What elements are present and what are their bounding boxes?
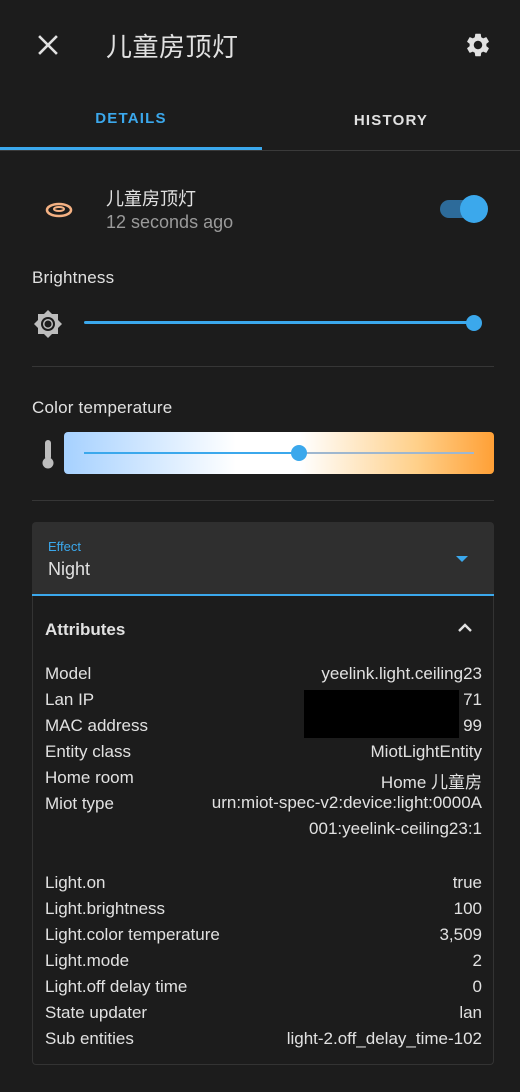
settings-button[interactable] xyxy=(458,25,498,65)
thermometer-icon xyxy=(42,440,54,469)
close-icon xyxy=(38,35,58,55)
attributes-title: Attributes xyxy=(45,620,126,639)
chevron-up-icon[interactable] xyxy=(453,616,477,640)
attribute-key: Sub entities xyxy=(45,1029,134,1048)
attribute-value: 3,509 xyxy=(439,925,482,944)
attribute-key: Model xyxy=(45,664,92,683)
tab-history[interactable]: HISTORY xyxy=(262,90,520,150)
attribute-key: Light.brightness xyxy=(45,899,166,918)
brightness-knob[interactable] xyxy=(466,315,482,331)
attribute-value: true xyxy=(452,873,482,892)
attribute-value: 0 xyxy=(472,977,482,996)
attribute-value: 100 xyxy=(453,899,482,918)
attribute-value: MiotLightEntity xyxy=(370,742,483,761)
attribute-key: Miot type xyxy=(45,794,114,813)
toggle-knob xyxy=(460,195,488,223)
attribute-value: 71 xyxy=(463,690,482,709)
attribute-value: 2 xyxy=(472,951,482,970)
ceiling-light-icon xyxy=(45,202,73,218)
dialog-title: 儿童房顶灯 xyxy=(106,32,239,62)
gear-icon xyxy=(467,33,489,57)
attribute-key: Light.color temperature xyxy=(45,925,220,944)
dropdown-arrow-icon xyxy=(456,556,468,562)
attribute-key: Light.mode xyxy=(45,951,130,970)
redaction-block xyxy=(304,690,459,738)
effect-label: Effect xyxy=(48,539,82,554)
more-info-dialog: 儿童房顶灯 DETAILS HISTORY 儿童房顶灯 12 seconds a… xyxy=(0,0,520,1092)
divider xyxy=(32,500,494,501)
attributes-panel: Attributes Model yeelink.light.ceiling23… xyxy=(32,596,494,1065)
attribute-value: urn:miot-spec-v2:device:light:0000A001:y… xyxy=(211,793,482,839)
color-temperature-fill xyxy=(84,452,299,454)
attribute-key: Lan IP xyxy=(45,690,95,709)
attribute-row: Miot type urn:miot-spec-v2:device:light:… xyxy=(45,793,482,874)
attribute-value: light-2.off_delay_time-102 xyxy=(286,1029,482,1048)
divider xyxy=(32,366,494,367)
attribute-key: Home room xyxy=(45,768,134,787)
brightness-slider[interactable] xyxy=(84,311,482,335)
attribute-key: MAC address xyxy=(45,716,148,735)
attribute-key: Entity class xyxy=(45,742,131,761)
brightness-track xyxy=(84,321,474,324)
color-temperature-label: Color temperature xyxy=(32,398,173,417)
attribute-key: State updater xyxy=(45,1003,148,1022)
dialog-header: 儿童房顶灯 xyxy=(0,0,520,90)
attribute-key: Light.off delay time xyxy=(45,977,188,996)
tab-details[interactable]: DETAILS xyxy=(0,90,262,150)
attribute-value: lan xyxy=(459,1003,482,1022)
attribute-key: Light.on xyxy=(45,873,106,892)
close-button[interactable] xyxy=(28,25,68,65)
last-changed-time: 12 seconds ago xyxy=(106,212,234,232)
brightness-label: Brightness xyxy=(32,268,115,287)
light-toggle[interactable] xyxy=(440,195,488,223)
effect-select[interactable]: Effect Night xyxy=(32,522,494,596)
brightness-icon xyxy=(34,310,62,338)
color-temperature-slider[interactable] xyxy=(64,432,494,474)
color-temperature-knob[interactable] xyxy=(290,445,307,461)
entity-name: 儿童房顶灯 xyxy=(106,189,196,209)
effect-value: Night xyxy=(48,559,91,579)
attribute-value: 99 xyxy=(463,716,482,735)
tab-bar: DETAILS HISTORY xyxy=(0,90,520,151)
attribute-value: yeelink.light.ceiling23 xyxy=(321,664,482,683)
